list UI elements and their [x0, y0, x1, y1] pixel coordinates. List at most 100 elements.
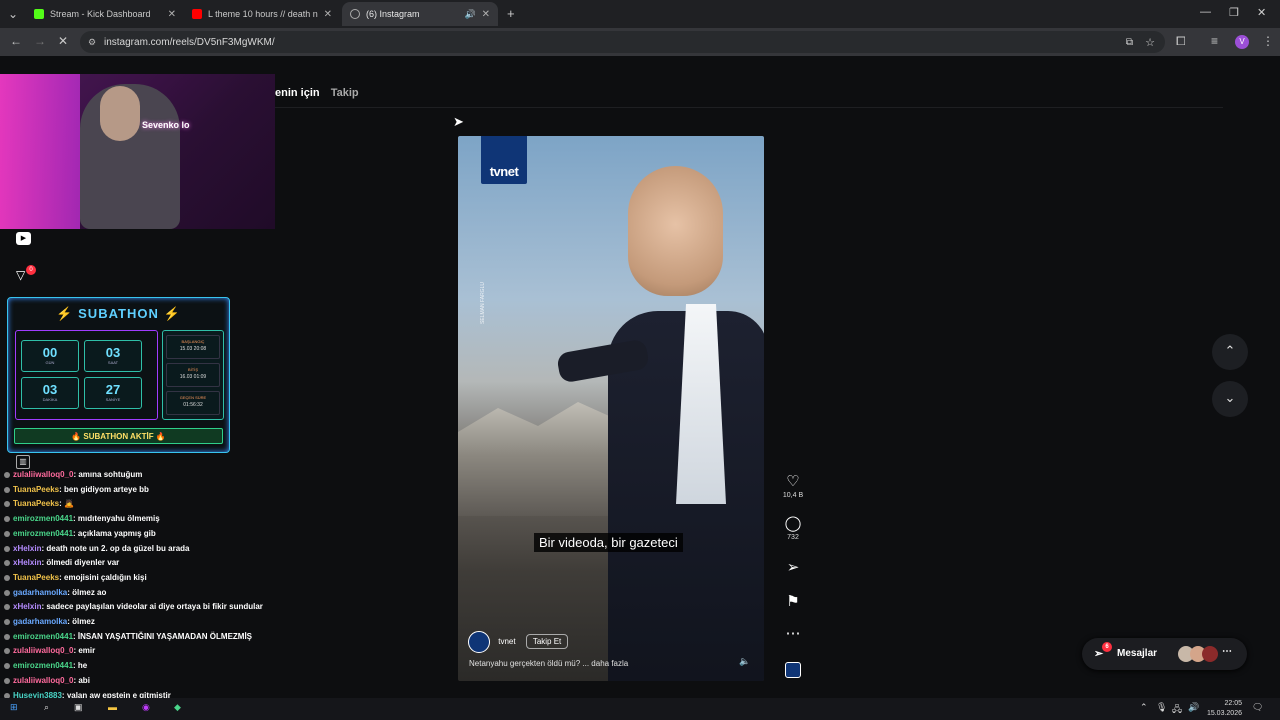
- comment-action[interactable]: ◯ 732: [778, 514, 808, 541]
- follow-button[interactable]: Takip Et: [525, 634, 569, 650]
- chat-text: açıklama yapmış gib: [77, 528, 156, 538]
- chat-username[interactable]: zulaliiwalloq0_0: [13, 676, 73, 685]
- minimize-button[interactable]: —: [1200, 6, 1211, 18]
- chat-text: abi: [78, 675, 90, 685]
- chat-username[interactable]: xHelxin: [13, 602, 41, 611]
- divider: [275, 107, 1223, 108]
- close-icon[interactable]: ✕: [324, 9, 332, 20]
- notifications-icon[interactable]: 🗨: [1252, 702, 1263, 713]
- mute-toggle-icon[interactable]: 🔈: [739, 656, 750, 667]
- browser-app-icon[interactable]: ◉: [142, 702, 150, 713]
- microphone-icon[interactable]: 🎙: [1156, 702, 1167, 713]
- chat-username[interactable]: zulaliiwalloq0_0: [13, 470, 73, 479]
- more-options-icon[interactable]: ⋯: [778, 624, 808, 642]
- site-info-icon[interactable]: ⚙: [88, 37, 96, 48]
- subathon-title-text: SUBATHON: [78, 306, 159, 321]
- chat-text: emir: [78, 646, 96, 656]
- clock-date: 15.03.2026: [1206, 710, 1242, 717]
- address-bar[interactable]: ⚙ instagram.com/reels/DV5nF3MgWKM/ ⧉ ☆: [80, 31, 1165, 53]
- chat-username[interactable]: emirozmen0441: [13, 632, 73, 641]
- bookmark-icon[interactable]: ⚑: [778, 592, 808, 610]
- chat-message: xHelxin: death note un 2. op da güzel bu…: [4, 542, 294, 557]
- chat-username[interactable]: gadarhamolka: [13, 617, 67, 626]
- start-value: 15.03 20:08: [179, 346, 207, 352]
- file-explorer-icon[interactable]: ▬: [108, 702, 117, 712]
- browser-menu-icon[interactable]: ⋮: [1262, 34, 1274, 48]
- tab-kick-dashboard[interactable]: Stream - Kick Dashboard ✕: [26, 2, 184, 26]
- chat-username[interactable]: xHelxin: [13, 544, 41, 553]
- chat-text: sadece paylaşılan videolar ai diye ortay…: [46, 602, 263, 612]
- account-name[interactable]: tvnet: [498, 637, 515, 646]
- bookmark-star-icon[interactable]: ☆: [1145, 36, 1155, 49]
- account-avatar[interactable]: [468, 631, 490, 653]
- browser-toolbar: ← → ✕ ⚙ instagram.com/reels/DV5nF3MgWKM/…: [0, 28, 1280, 56]
- task-view-icon[interactable]: ▣: [74, 702, 83, 713]
- back-button[interactable]: ←: [10, 34, 22, 48]
- user-badge-icon: [4, 633, 10, 640]
- close-icon[interactable]: ✕: [168, 9, 176, 20]
- chat-username[interactable]: emirozmen0441: [13, 661, 73, 670]
- chat-username[interactable]: emirozmen0441: [13, 514, 73, 523]
- network-icon[interactable]: 🖧: [1172, 702, 1182, 718]
- seconds-value: 27: [105, 382, 121, 397]
- forward-button[interactable]: →: [34, 34, 46, 48]
- chat-username[interactable]: emirozmen0441: [13, 529, 73, 538]
- chat-username[interactable]: TuanaPeeks: [13, 573, 59, 582]
- elapsed-value: 01:56:32: [183, 402, 203, 408]
- tab-search-icon[interactable]: ⌄: [8, 7, 18, 21]
- tab-for-you[interactable]: enin için: [275, 87, 320, 99]
- extensions-icon[interactable]: ⧠: [1176, 34, 1186, 49]
- send-icon[interactable]: ➢: [778, 558, 808, 576]
- chat-text: ölmez: [72, 617, 95, 627]
- tab-label: (6) Instagram: [366, 9, 420, 19]
- reel-caption[interactable]: Netanyahu gerçekten öldü mü? ... daha fa…: [469, 659, 628, 668]
- days-label: GÜN: [45, 360, 55, 365]
- tab-youtube[interactable]: L theme 10 hours // death note ✕: [184, 2, 340, 26]
- chat-message: TuanaPeeks: 🙇: [4, 497, 294, 512]
- chat-message: zulaliiwalloq0_0: emir: [4, 644, 294, 659]
- tab-instagram[interactable]: (6) Instagram 🔊 ✕: [342, 2, 498, 26]
- comment-icon[interactable]: ◯: [778, 514, 808, 532]
- reel-video[interactable]: tvnet SELMAN FARGLU Bir videoda, bir gaz…: [458, 136, 764, 681]
- user-badge-icon: [4, 472, 10, 478]
- minutes-label: DAKİKA: [42, 397, 58, 402]
- more-action[interactable]: ⋯: [778, 624, 808, 642]
- chat-username[interactable]: TuanaPeeks: [13, 499, 59, 508]
- heart-icon[interactable]: ♡: [778, 472, 808, 490]
- end-info: BİTİŞ 16.03 01:09: [166, 363, 220, 387]
- next-reel-button[interactable]: ⌄: [1212, 381, 1248, 417]
- messages-badge: 6: [1102, 642, 1112, 652]
- save-action[interactable]: ⚑: [778, 592, 808, 610]
- new-tab-button[interactable]: +: [507, 6, 515, 21]
- search-icon[interactable]: ⌕: [44, 702, 49, 713]
- profile-avatar[interactable]: V: [1235, 35, 1249, 49]
- restore-button[interactable]: ❐: [1229, 6, 1239, 19]
- close-icon[interactable]: ✕: [482, 9, 490, 20]
- media-controls-icon[interactable]: ≡: [1211, 34, 1218, 48]
- streamer-head: [100, 86, 140, 141]
- chat-username[interactable]: TuanaPeeks: [13, 485, 59, 494]
- previous-reel-button[interactable]: ⌃: [1212, 334, 1248, 370]
- chat-username[interactable]: xHelxin: [13, 558, 41, 567]
- close-window-button[interactable]: ✕: [1257, 6, 1266, 19]
- like-action[interactable]: ♡ 10,4 B: [778, 472, 808, 499]
- app-icon[interactable]: ◆: [174, 702, 181, 713]
- tab-following[interactable]: Takip: [331, 87, 359, 99]
- start-icon[interactable]: ⊞: [10, 702, 18, 713]
- install-app-icon[interactable]: ⧉: [1126, 37, 1133, 48]
- neon-wall: [0, 74, 80, 229]
- tray-overflow-icon[interactable]: ⌃: [1140, 702, 1148, 713]
- timer-days: 00 GÜN: [21, 340, 79, 372]
- comment-count: 732: [787, 534, 799, 541]
- audio-thumbnail[interactable]: [785, 662, 801, 678]
- chat-username[interactable]: zulaliiwalloq0_0: [13, 646, 73, 655]
- messages-button[interactable]: ➢ 6 Mesajlar ⋯: [1082, 638, 1247, 670]
- user-badge-icon: [4, 677, 10, 684]
- user-badge-icon: [4, 604, 10, 611]
- stop-loading-button[interactable]: ✕: [58, 34, 68, 48]
- chat-message: TuanaPeeks: emojisini çaldığın kişi: [4, 571, 294, 586]
- share-action[interactable]: ➢: [778, 558, 808, 576]
- chat-username[interactable]: gadarhamolka: [13, 588, 67, 597]
- system-clock[interactable]: 22:05 15.03.2026: [1198, 699, 1242, 719]
- audio-playing-icon[interactable]: 🔊: [465, 9, 476, 20]
